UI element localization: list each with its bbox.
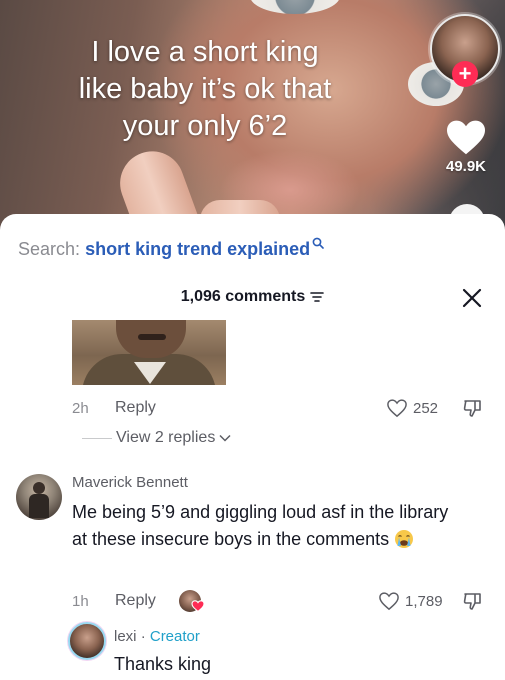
view-replies-label: View 2 replies: [116, 429, 216, 446]
avatar-figure-head: [33, 482, 45, 494]
comment-image[interactable]: [72, 320, 226, 385]
video-caption: I love a short king like baby it’s ok th…: [30, 34, 380, 145]
filter-icon[interactable]: [310, 291, 325, 303]
search-term-link[interactable]: short king trend explained: [85, 239, 310, 259]
close-icon[interactable]: [460, 286, 484, 310]
heart-icon: [191, 600, 205, 612]
comment-body: Me being 5’9 and giggling loud asf in th…: [72, 502, 449, 549]
comment-like-count: 1,789: [405, 593, 443, 610]
video-eye-left: [250, 0, 340, 14]
comment-username[interactable]: Maverick Bennett: [72, 474, 188, 491]
heart-icon[interactable]: [378, 591, 400, 611]
view-replies-button[interactable]: View 2 replies: [82, 429, 231, 447]
heart-icon[interactable]: [386, 398, 408, 418]
reply-author: lexi · Creator: [114, 628, 200, 645]
comment-like-count: 252: [413, 400, 439, 417]
reply-text: Thanks king: [114, 654, 212, 674]
video-player[interactable]: I love a short king like baby it’s ok th…: [0, 0, 505, 240]
dislike-icon[interactable]: [462, 397, 484, 419]
video-like-count: 49.9K: [445, 158, 487, 175]
comment-time: 1h: [72, 593, 89, 610]
reply-button[interactable]: Reply: [115, 592, 156, 610]
caption-line: your only 6’2: [122, 110, 288, 142]
thread-line: [82, 437, 112, 439]
search-label: Search:: [18, 239, 81, 259]
comments-sheet: Search: short king trend explained 1,096…: [0, 214, 505, 680]
follow-button[interactable]: +: [452, 61, 478, 87]
heart-icon[interactable]: [445, 118, 487, 156]
caption-line: I love a short king: [91, 36, 319, 68]
comments-header: 1,096 comments: [0, 288, 505, 306]
caption-line: like baby it’s ok that: [78, 73, 332, 105]
comments-count: 1,096 comments: [180, 288, 306, 305]
avatar[interactable]: [16, 474, 62, 520]
dislike-icon[interactable]: [462, 590, 484, 612]
avatar-figure-body: [29, 494, 49, 518]
photo-mouth: [138, 334, 166, 340]
search-suggestion[interactable]: Search: short king trend explained: [18, 237, 324, 260]
reply-username[interactable]: lexi: [114, 628, 137, 645]
avatar[interactable]: [68, 622, 106, 660]
search-icon: [312, 237, 324, 249]
comment-text: Me being 5’9 and giggling loud asf in th…: [72, 499, 462, 553]
crying-emoji-icon: [395, 530, 414, 548]
comment-time: 2h: [72, 400, 89, 417]
name-separator: ·: [140, 628, 146, 645]
creator-badge: Creator: [149, 628, 200, 645]
chevron-down-icon: [219, 434, 231, 442]
reply-button[interactable]: Reply: [115, 399, 156, 417]
